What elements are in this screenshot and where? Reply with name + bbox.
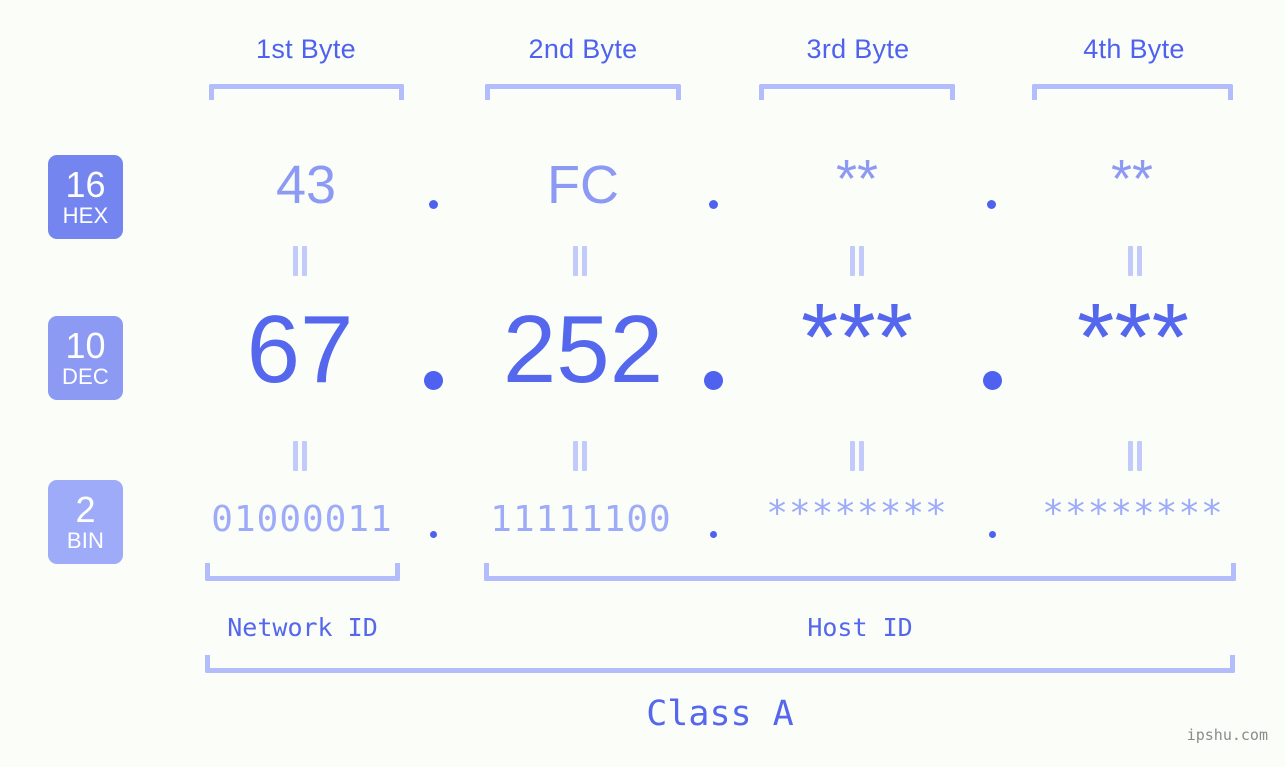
dec-byte-1: 67 bbox=[246, 296, 354, 403]
dec-separator-dot-3 bbox=[983, 371, 1002, 390]
equals-mark-hex-dec-1 bbox=[292, 246, 308, 276]
dec-byte-2: 252 bbox=[502, 296, 664, 403]
bin-byte-4: ******** bbox=[1042, 493, 1224, 534]
byte-bracket-4 bbox=[1032, 84, 1233, 100]
equals-mark-dec-bin-2 bbox=[572, 441, 588, 471]
hex-byte-3: ** bbox=[835, 149, 879, 209]
class-bracket bbox=[205, 655, 1235, 673]
equals-mark-dec-bin-3 bbox=[849, 441, 865, 471]
radix-badge-bin-label: BIN bbox=[66, 528, 105, 553]
bin-separator-dot-2 bbox=[710, 531, 717, 538]
equals-mark-hex-dec-3 bbox=[849, 246, 865, 276]
radix-badge-hex-label: HEX bbox=[62, 203, 109, 228]
hex-separator-dot-1 bbox=[429, 200, 438, 209]
equals-mark-dec-bin-4 bbox=[1127, 441, 1143, 471]
site-watermark: ipshu.com bbox=[1186, 726, 1268, 744]
equals-mark-hex-dec-2 bbox=[572, 246, 588, 276]
hex-separator-dot-3 bbox=[987, 200, 996, 209]
bin-separator-dot-3 bbox=[989, 531, 996, 538]
host-id-label: Host ID bbox=[807, 613, 913, 642]
bin-byte-2: 11111100 bbox=[490, 499, 672, 540]
byte-header-3: 3rd Byte bbox=[806, 34, 910, 64]
radix-badge-dec-number: 10 bbox=[65, 325, 106, 366]
byte-bracket-3 bbox=[759, 84, 955, 100]
byte-header-2: 2nd Byte bbox=[528, 34, 638, 64]
network-id-label: Network ID bbox=[227, 613, 378, 642]
dec-byte-4: *** bbox=[1076, 284, 1190, 391]
class-label: Class A bbox=[646, 694, 794, 734]
radix-badge-dec-label: DEC bbox=[61, 364, 110, 389]
radix-badge-hex-number: 16 bbox=[65, 164, 106, 205]
dec-separator-dot-1 bbox=[424, 371, 443, 390]
byte-header-1: 1st Byte bbox=[256, 34, 356, 64]
network-id-bracket bbox=[205, 563, 400, 581]
hex-separator-dot-2 bbox=[709, 200, 718, 209]
host-id-bracket bbox=[484, 563, 1236, 581]
radix-badge-bin[interactable]: 2 BIN bbox=[48, 480, 123, 564]
radix-badge-hex[interactable]: 16 HEX bbox=[48, 155, 123, 239]
radix-badge-dec[interactable]: 10 DEC bbox=[48, 316, 123, 400]
hex-byte-1: 43 bbox=[275, 155, 337, 215]
ip-breakdown-diagram: 1st Byte 2nd Byte 3rd Byte 4th Byte 16 H… bbox=[0, 0, 1285, 767]
equals-mark-dec-bin-1 bbox=[292, 441, 308, 471]
hex-byte-4: ** bbox=[1110, 149, 1154, 209]
dec-separator-dot-2 bbox=[704, 371, 723, 390]
byte-header-4: 4th Byte bbox=[1083, 34, 1185, 64]
byte-bracket-2 bbox=[485, 84, 681, 100]
dec-byte-3: *** bbox=[800, 284, 914, 391]
bin-separator-dot-1 bbox=[430, 531, 437, 538]
byte-bracket-1 bbox=[209, 84, 404, 100]
equals-mark-hex-dec-4 bbox=[1127, 246, 1143, 276]
bin-byte-3: ******** bbox=[766, 493, 948, 534]
hex-byte-2: FC bbox=[547, 155, 619, 215]
radix-badge-bin-number: 2 bbox=[75, 489, 96, 530]
bin-byte-1: 01000011 bbox=[211, 499, 393, 540]
